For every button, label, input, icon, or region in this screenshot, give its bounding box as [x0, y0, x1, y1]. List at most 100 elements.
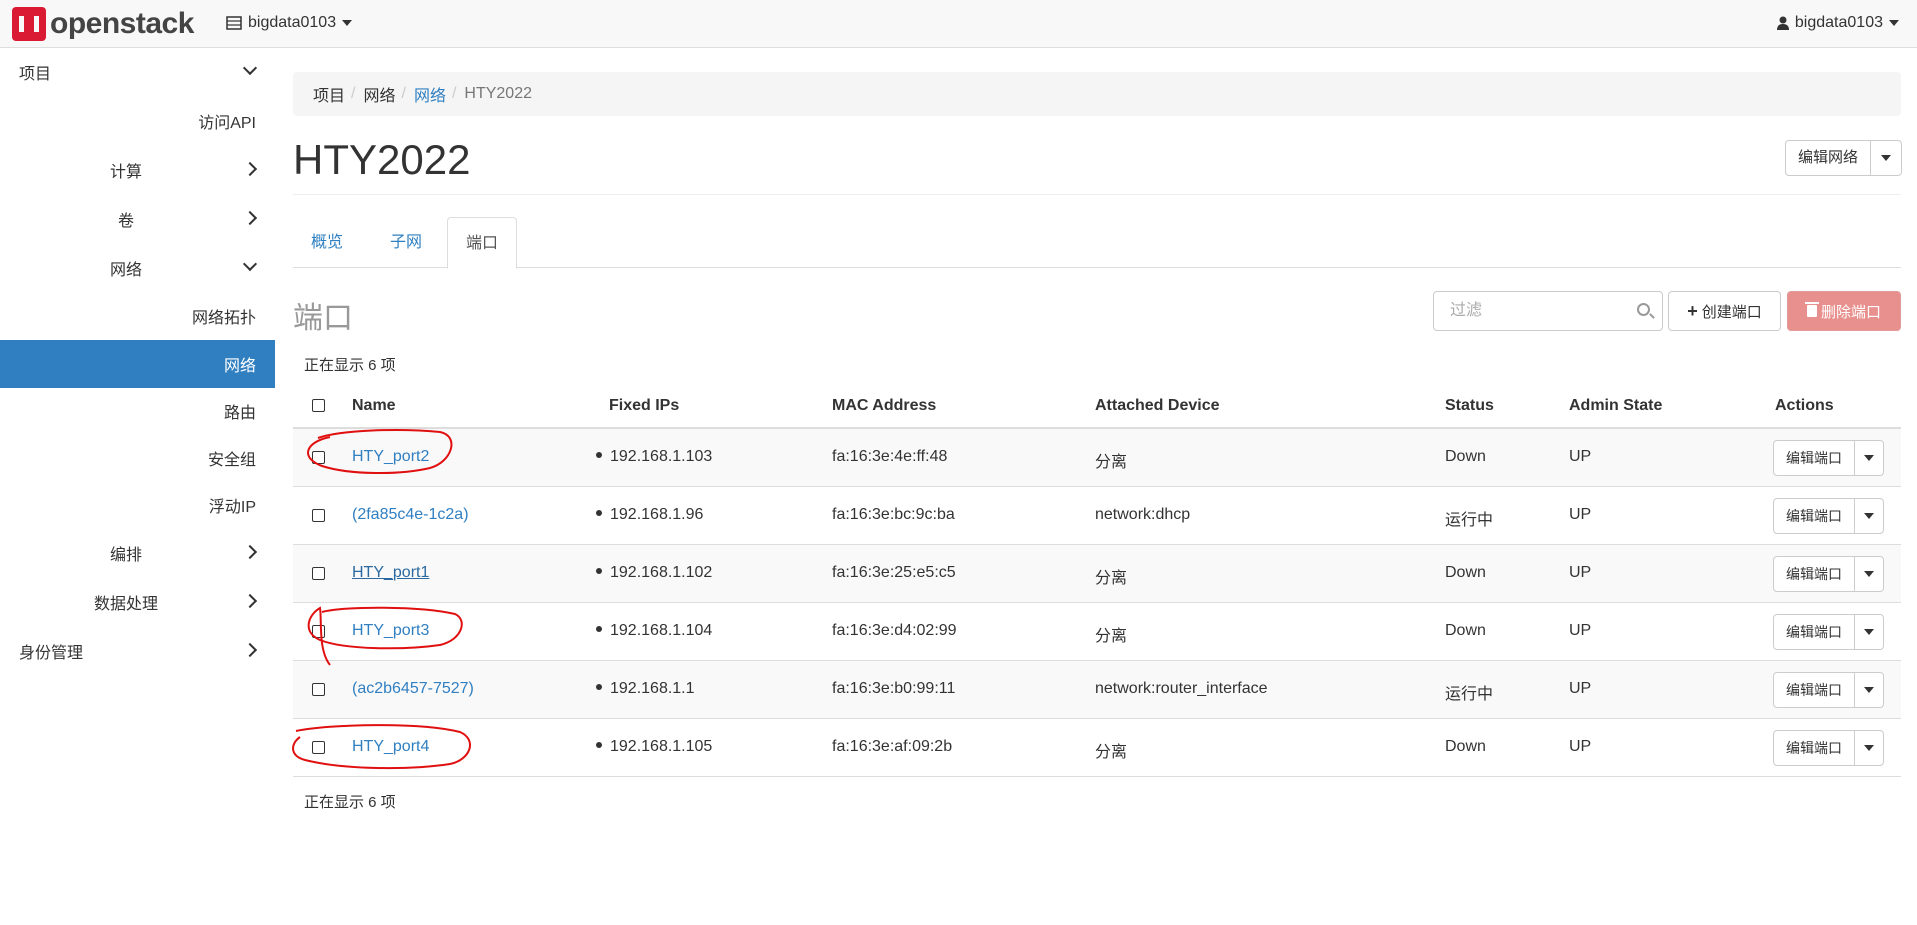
breadcrumb-networks-link[interactable]: 网络 — [414, 82, 446, 106]
edit-port-button[interactable]: 编辑端口 — [1774, 731, 1855, 765]
mac-address: fa:16:3e:af:09:2b — [832, 738, 953, 755]
row-actions-dropdown-toggle[interactable] — [1855, 499, 1883, 533]
row-actions: 编辑端口 — [1773, 556, 1884, 592]
chevron-right-icon — [242, 544, 258, 560]
port-name-link[interactable]: HTY_port2 — [352, 448, 429, 466]
fixed-ip: 192.168.1.104 — [596, 622, 712, 640]
sidebar-item-label: 计算 — [110, 164, 143, 181]
edit-network-button[interactable]: 编辑网络 — [1786, 141, 1872, 175]
create-port-button[interactable]: + 创建端口 — [1668, 291, 1781, 331]
column-header-fixed-ips[interactable]: Fixed IPs — [609, 397, 679, 415]
sidebar-item-label: 安全组 — [207, 452, 256, 469]
caret-down-icon — [1864, 455, 1874, 461]
attached-device: 分离 — [1095, 628, 1128, 645]
port-name-link[interactable]: (2fa85c4e-1c2a) — [352, 506, 469, 524]
item-count-footer: 正在显示 6 项 — [304, 794, 396, 811]
sidebar-item-routers[interactable]: 路由 — [0, 388, 275, 434]
status: Down — [1445, 622, 1486, 639]
status: Down — [1445, 448, 1486, 465]
row-actions-dropdown-toggle[interactable] — [1855, 673, 1883, 707]
row-checkbox[interactable] — [312, 741, 325, 754]
column-header-mac[interactable]: MAC Address — [832, 397, 936, 415]
fixed-ip-value: 192.168.1.104 — [610, 622, 713, 639]
sidebar-item-project[interactable]: 项目 — [0, 49, 275, 95]
fixed-ip: 192.168.1.1 — [596, 680, 695, 698]
sidebar-item-volume[interactable]: 卷 — [0, 196, 275, 242]
attached-device: network:dhcp — [1095, 506, 1191, 523]
mac-address: fa:16:3e:bc:9c:ba — [832, 506, 955, 523]
table-row: (ac2b6457-7527) 192.168.1.1 fa:16:3e:b0:99… — [293, 661, 1901, 719]
port-name-link[interactable]: HTY_port4 — [352, 738, 429, 756]
port-name-link[interactable]: (ac2b6457-7527) — [352, 680, 474, 698]
row-checkbox[interactable] — [312, 451, 325, 464]
column-header-name[interactable]: Name — [352, 397, 396, 415]
sidebar-item-label: 数据处理 — [94, 596, 159, 613]
sidebar-item-compute[interactable]: 计算 — [0, 147, 275, 193]
row-checkbox[interactable] — [312, 625, 325, 638]
sidebar-item-floating-ips[interactable]: 浮动IP — [0, 482, 275, 528]
edit-network-dropdown-toggle[interactable] — [1871, 141, 1901, 175]
user-menu[interactable]: bigdata0103 — [1776, 14, 1899, 32]
server-icon — [226, 16, 242, 30]
port-name-link[interactable]: HTY_port3 — [352, 622, 429, 640]
edit-port-button[interactable]: 编辑端口 — [1774, 557, 1855, 591]
caret-down-icon — [1864, 745, 1874, 751]
divider — [293, 194, 1901, 195]
column-header-status[interactable]: Status — [1445, 397, 1494, 415]
column-header-admin-state[interactable]: Admin State — [1569, 397, 1662, 415]
search-icon[interactable] — [1637, 303, 1650, 316]
sidebar-item-network-topology[interactable]: 网络拓扑 — [0, 293, 275, 339]
sidebar-item-networks[interactable]: 网络 — [0, 340, 275, 388]
status: Down — [1445, 564, 1486, 581]
status: 运行中 — [1445, 512, 1494, 529]
sidebar-item-data-processing[interactable]: 数据处理 — [0, 579, 275, 625]
row-actions-dropdown-toggle[interactable] — [1855, 731, 1883, 765]
project-selector[interactable]: bigdata0103 — [226, 14, 353, 32]
breadcrumb-project[interactable]: 项目 — [313, 82, 345, 106]
edit-port-button[interactable]: 编辑端口 — [1774, 499, 1855, 533]
delete-ports-button[interactable]: 删除端口 — [1787, 291, 1901, 331]
admin-state: UP — [1569, 680, 1592, 697]
breadcrumb: 项目 / 网络 / 网络 / HTY2022 — [293, 72, 1901, 116]
chevron-right-icon — [242, 161, 258, 177]
sidebar-item-access-api[interactable]: 访问API — [0, 98, 275, 144]
row-checkbox[interactable] — [312, 683, 325, 696]
row-checkbox[interactable] — [312, 509, 325, 522]
tab-subnets[interactable]: 子网 — [372, 217, 440, 268]
fixed-ip: 192.168.1.103 — [596, 448, 712, 466]
select-all-checkbox[interactable] — [312, 399, 325, 412]
sidebar-item-label: 项目 — [19, 66, 52, 83]
table-row: HTY_port3 192.168.1.104 fa:16:3e:d4:02:99 分… — [293, 603, 1901, 661]
page-title: HTY2022 — [293, 136, 471, 183]
sidebar-item-security-groups[interactable]: 安全组 — [0, 435, 275, 481]
sidebar-item-identity[interactable]: 身份管理 — [0, 628, 275, 674]
port-name-link[interactable]: HTY_port1 — [352, 564, 429, 582]
bullet-icon — [596, 567, 602, 574]
fixed-ip-value: 192.168.1.105 — [610, 738, 713, 755]
column-header-device[interactable]: Attached Device — [1095, 397, 1220, 415]
sidebar-item-orchestration[interactable]: 编排 — [0, 530, 275, 576]
mac-address: fa:16:3e:4e:ff:48 — [832, 448, 948, 465]
item-count: 正在显示 6 项 — [304, 357, 396, 374]
table-row: HTY_port2 192.168.1.103 fa:16:3e:4e:ff:48 分… — [293, 429, 1901, 487]
brand-name: openstack — [50, 7, 194, 40]
column-header-actions: Actions — [1775, 397, 1834, 414]
openstack-logo[interactable]: openstack — [12, 7, 194, 41]
edit-port-button[interactable]: 编辑端口 — [1774, 673, 1855, 707]
table-row: HTY_port1 192.168.1.102 fa:16:3e:25:e5:c5 分… — [293, 545, 1901, 603]
sidebar-item-network-group[interactable]: 网络 — [0, 245, 275, 291]
row-actions-dropdown-toggle[interactable] — [1855, 557, 1883, 591]
row-actions-dropdown-toggle[interactable] — [1855, 441, 1883, 475]
tab-overview[interactable]: 概览 — [293, 217, 361, 268]
row-actions-dropdown-toggle[interactable] — [1855, 615, 1883, 649]
chevron-right-icon — [242, 593, 258, 609]
filter-input[interactable] — [1448, 292, 1628, 330]
row-actions: 编辑端口 — [1773, 730, 1884, 766]
edit-port-button[interactable]: 编辑端口 — [1774, 615, 1855, 649]
caret-down-icon — [1864, 629, 1874, 635]
edit-port-button[interactable]: 编辑端口 — [1774, 441, 1855, 475]
fixed-ip-value: 192.168.1.102 — [610, 564, 713, 581]
row-checkbox[interactable] — [312, 567, 325, 580]
tab-ports[interactable]: 端口 — [447, 217, 518, 269]
breadcrumb-network-group[interactable]: 网络 — [363, 82, 395, 106]
